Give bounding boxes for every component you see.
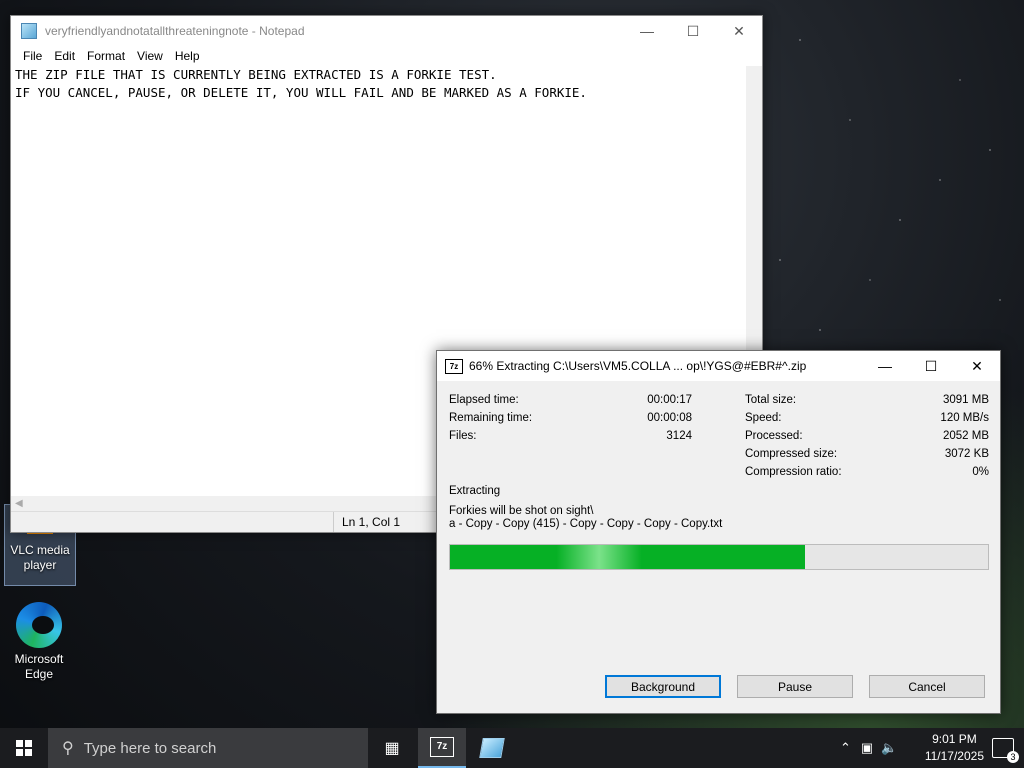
volume-muted-icon[interactable]: 🔈: [881, 740, 897, 756]
close-button[interactable]: ✕: [954, 351, 1000, 381]
time: 9:01 PM: [932, 732, 977, 746]
speed-value: 120 MB/s: [940, 412, 989, 424]
operation-label: Extracting: [449, 485, 501, 497]
text-line: THE ZIP FILE THAT IS CURRENTLY BEING EXT…: [15, 67, 497, 82]
7zip-icon: 7z: [445, 358, 463, 374]
system-tray: ⌃ ▣ 🔈: [840, 728, 897, 768]
compression-ratio-label: Compression ratio:: [745, 466, 842, 478]
taskbar: ⚲ Type here to search ▦ 7z ⌃ ▣ 🔈 9:01 PM…: [0, 728, 1024, 768]
windows-icon: [16, 740, 32, 756]
background-button[interactable]: Background: [605, 675, 721, 698]
notepad-titlebar[interactable]: veryfriendlyandnotatallthreateningnote -…: [11, 16, 762, 46]
edge-icon: [16, 602, 62, 648]
processed-value: 2052 MB: [942, 430, 989, 442]
progress-fill: [450, 545, 806, 569]
extract-dialog[interactable]: 7z 66% Extracting C:\Users\VM5.COLLA ...…: [436, 350, 1001, 714]
total-size-label: Total size:: [745, 394, 797, 406]
close-button[interactable]: ✕: [716, 16, 762, 46]
speed-label: Speed:: [745, 412, 782, 424]
taskbar-notepad[interactable]: [468, 728, 516, 768]
network-icon[interactable]: ▣: [861, 740, 873, 756]
maximize-button[interactable]: ☐: [670, 16, 716, 46]
desktop-icon-edge[interactable]: Microsoft Edge: [4, 600, 74, 682]
minimize-button[interactable]: —: [624, 16, 670, 46]
7zip-icon: 7z: [430, 737, 454, 757]
compressed-size-label: Compressed size:: [745, 448, 838, 460]
current-file: a - Copy - Copy (415) - Copy - Copy - Co…: [449, 518, 723, 530]
files-label: Files:: [449, 430, 477, 442]
total-size-value: 3091 MB: [942, 394, 989, 406]
remaining-label: Remaining time:: [449, 412, 533, 424]
compression-ratio-value: 0%: [972, 466, 989, 478]
menu-view[interactable]: View: [131, 49, 169, 63]
minimize-button[interactable]: —: [862, 351, 908, 381]
menu-file[interactable]: File: [17, 49, 48, 63]
notification-count: 3: [1007, 751, 1019, 763]
pause-button[interactable]: Pause: [737, 675, 853, 698]
dialog-title: 66% Extracting C:\Users\VM5.COLLA ... op…: [469, 359, 807, 373]
files-value: 3124: [666, 430, 692, 442]
compressed-size-value: 3072 KB: [944, 448, 989, 460]
search-icon: ⚲: [62, 740, 74, 757]
desktop-icon-label: Microsoft Edge: [14, 652, 64, 681]
task-view-button[interactable]: ▦: [368, 728, 416, 768]
dialog-titlebar[interactable]: 7z 66% Extracting C:\Users\VM5.COLLA ...…: [437, 351, 1000, 381]
maximize-button[interactable]: ☐: [908, 351, 954, 381]
remaining-value: 00:00:08: [647, 412, 692, 424]
current-path: Forkies will be shot on sight\: [449, 505, 594, 517]
start-button[interactable]: [0, 728, 48, 768]
cursor-position: Ln 1, Col 1: [333, 512, 400, 532]
notepad-icon: [479, 738, 505, 758]
clock[interactable]: 9:01 PM 11/17/2025: [925, 731, 984, 765]
progress-bar: [449, 544, 989, 570]
menu-bar: File Edit Format View Help: [11, 46, 762, 66]
date: 11/17/2025: [924, 749, 984, 763]
cancel-button[interactable]: Cancel: [869, 675, 985, 698]
search-placeholder: Type here to search: [83, 739, 217, 757]
chevron-up-icon[interactable]: ⌃: [840, 740, 851, 756]
notepad-icon: [21, 23, 37, 39]
menu-format[interactable]: Format: [81, 49, 131, 63]
processed-label: Processed:: [745, 430, 803, 442]
search-box[interactable]: ⚲ Type here to search: [48, 728, 368, 768]
menu-help[interactable]: Help: [169, 49, 206, 63]
text-line: IF YOU CANCEL, PAUSE, OR DELETE IT, YOU …: [15, 85, 587, 100]
elapsed-value: 00:00:17: [647, 394, 692, 406]
elapsed-label: Elapsed time:: [449, 394, 519, 406]
taskbar-7zip[interactable]: 7z: [418, 728, 466, 768]
notification-icon[interactable]: 3: [992, 738, 1019, 763]
task-view-icon: ▦: [384, 740, 400, 757]
desktop-icon-label: VLC media player: [10, 543, 70, 572]
window-title: veryfriendlyandnotatallthreateningnote -…: [45, 24, 305, 38]
menu-edit[interactable]: Edit: [48, 49, 81, 63]
scroll-left-icon[interactable]: ◀: [15, 498, 23, 509]
